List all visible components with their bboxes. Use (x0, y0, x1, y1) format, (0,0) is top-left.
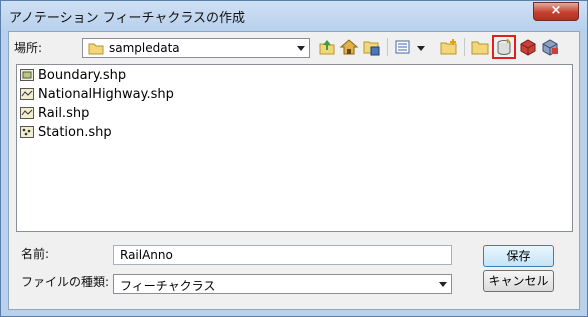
chevron-down-icon[interactable] (439, 282, 447, 287)
name-value: RailAnno (120, 248, 173, 262)
window-title: アノテーション フィーチャクラスの作成 (9, 11, 246, 26)
file-name: Boundary.shp (38, 68, 127, 83)
dialog-window: アノテーション フィーチャクラスの作成 × 場所: sampledata Bou… (0, 0, 588, 317)
connect-folder-icon[interactable] (361, 37, 381, 57)
file-type-value: フィーチャクラス (120, 279, 216, 293)
home-folder-icon[interactable] (339, 37, 359, 57)
location-value: sampledata (109, 41, 180, 55)
line-shapefile-icon (20, 88, 34, 100)
file-list[interactable]: Boundary.shp NationalHighway.shp Rail.sh… (16, 64, 573, 232)
point-shapefile-icon (20, 126, 34, 138)
toolbar-separator (387, 38, 388, 56)
new-file-geodatabase-icon[interactable] (494, 37, 514, 57)
toolbar-separator (464, 38, 465, 56)
view-options-icon[interactable] (393, 37, 413, 57)
close-button[interactable]: × (533, 2, 579, 21)
title-bar[interactable]: アノテーション フィーチャクラスの作成 × (1, 1, 587, 31)
up-folder-icon[interactable] (317, 37, 337, 57)
name-label: 名前: (21, 247, 50, 261)
save-button[interactable]: 保存 (483, 245, 554, 267)
file-name: NationalHighway.shp (38, 87, 174, 102)
location-label: 場所: (14, 41, 43, 55)
name-input[interactable]: RailAnno (113, 245, 452, 265)
polygon-shapefile-icon (20, 69, 34, 81)
file-name: Station.shp (38, 125, 112, 140)
chevron-down-icon[interactable] (297, 46, 305, 51)
new-personal-geodatabase-icon[interactable] (518, 37, 538, 57)
new-feature-dataset-icon[interactable] (540, 37, 560, 57)
file-name: Rail.shp (38, 106, 90, 121)
new-folder-icon[interactable] (439, 37, 459, 57)
cancel-button[interactable]: キャンセル (483, 270, 554, 292)
location-combo[interactable]: sampledata (82, 38, 310, 58)
folder-icon[interactable] (470, 37, 490, 57)
line-shapefile-icon (20, 107, 34, 119)
file-type-combo[interactable]: フィーチャクラス (113, 274, 452, 294)
file-type-label: ファイルの種類: (21, 275, 110, 289)
dialog-body: 場所: sampledata Boundary.shp NationalHigh… (8, 31, 580, 310)
folder-icon (88, 43, 104, 55)
chevron-down-icon[interactable] (411, 37, 431, 57)
close-icon: × (550, 3, 562, 18)
